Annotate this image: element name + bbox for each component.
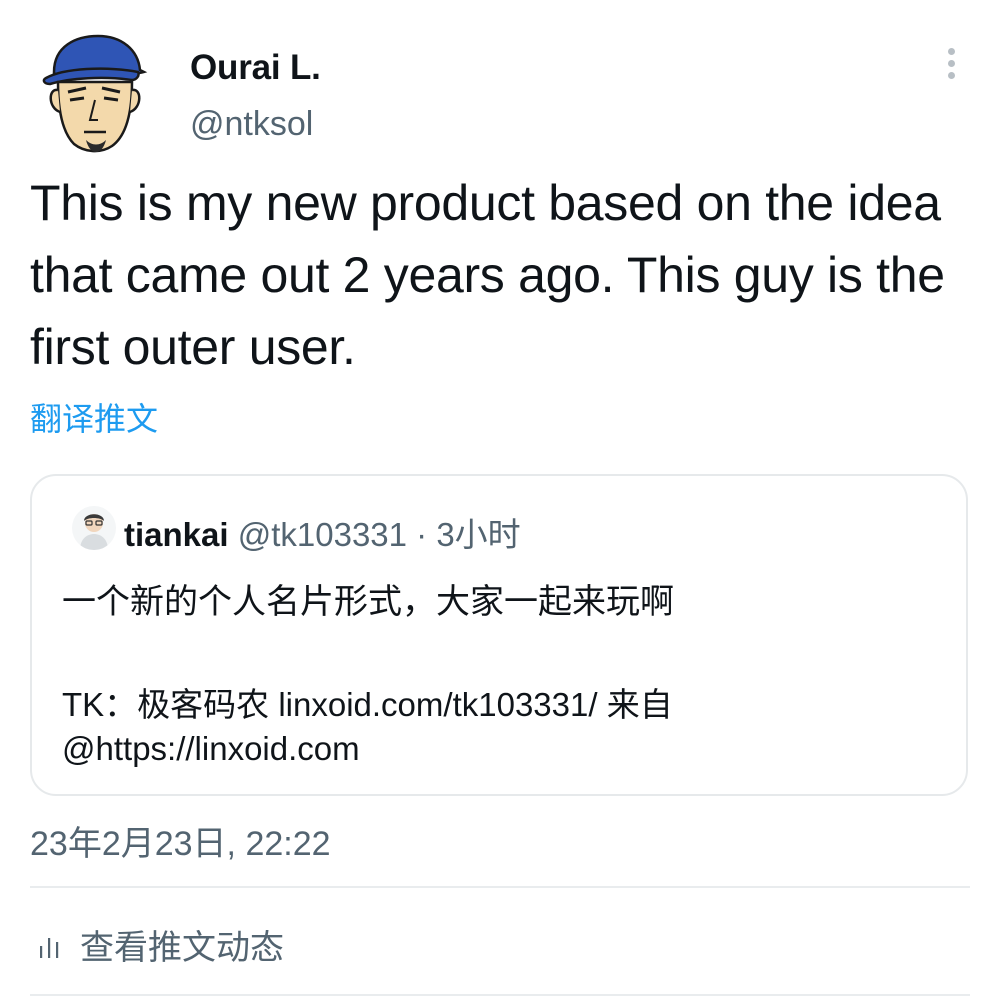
tweet-timestamp[interactable]: 23年2月23日, 22:22	[30, 816, 331, 865]
tweet-text: This is my new product based on the idea…	[30, 175, 945, 375]
quoted-tweet-header: tiankai @tk103331 · 3小时	[124, 508, 521, 556]
view-tweet-activity-label: 查看推文动态	[80, 929, 284, 967]
tweet-header: Ourai L. @ntksol	[0, 0, 1000, 170]
more-vertical-icon	[936, 48, 966, 79]
cartoon-face-avatar-icon	[42, 34, 148, 153]
divider	[30, 886, 970, 888]
translate-tweet-link[interactable]: 翻译推文	[30, 394, 158, 440]
quoted-text-line-2: TK：极客码农 linxoid.com/tk103331/ 来自	[62, 686, 673, 723]
divider	[30, 994, 970, 996]
quoted-text-line-1: 一个新的个人名片形式，大家一起来玩啊	[62, 583, 674, 621]
quoted-text-line-3: @https://linxoid.com	[62, 730, 360, 767]
quoted-author-avatar[interactable]	[72, 506, 116, 550]
bar-chart-icon	[40, 938, 59, 958]
author-display-name[interactable]: Ourai L.	[190, 48, 321, 88]
quoted-author-meta: @tk103331 · 3小时	[237, 516, 521, 553]
quoted-tweet-card[interactable]: tiankai @tk103331 · 3小时 一个新的个人名片形式，大家一起来…	[30, 474, 968, 796]
author-avatar[interactable]	[40, 28, 152, 160]
tweet-detail-page: Ourai L. @ntksol This is my new product …	[0, 0, 1000, 1000]
person-avatar-icon	[72, 506, 116, 550]
quoted-author-name[interactable]: tiankai	[124, 516, 229, 553]
view-tweet-activity-button[interactable]: 查看推文动态	[30, 912, 630, 972]
more-options-button[interactable]	[936, 48, 966, 88]
author-handle[interactable]: @ntksol	[190, 105, 313, 144]
